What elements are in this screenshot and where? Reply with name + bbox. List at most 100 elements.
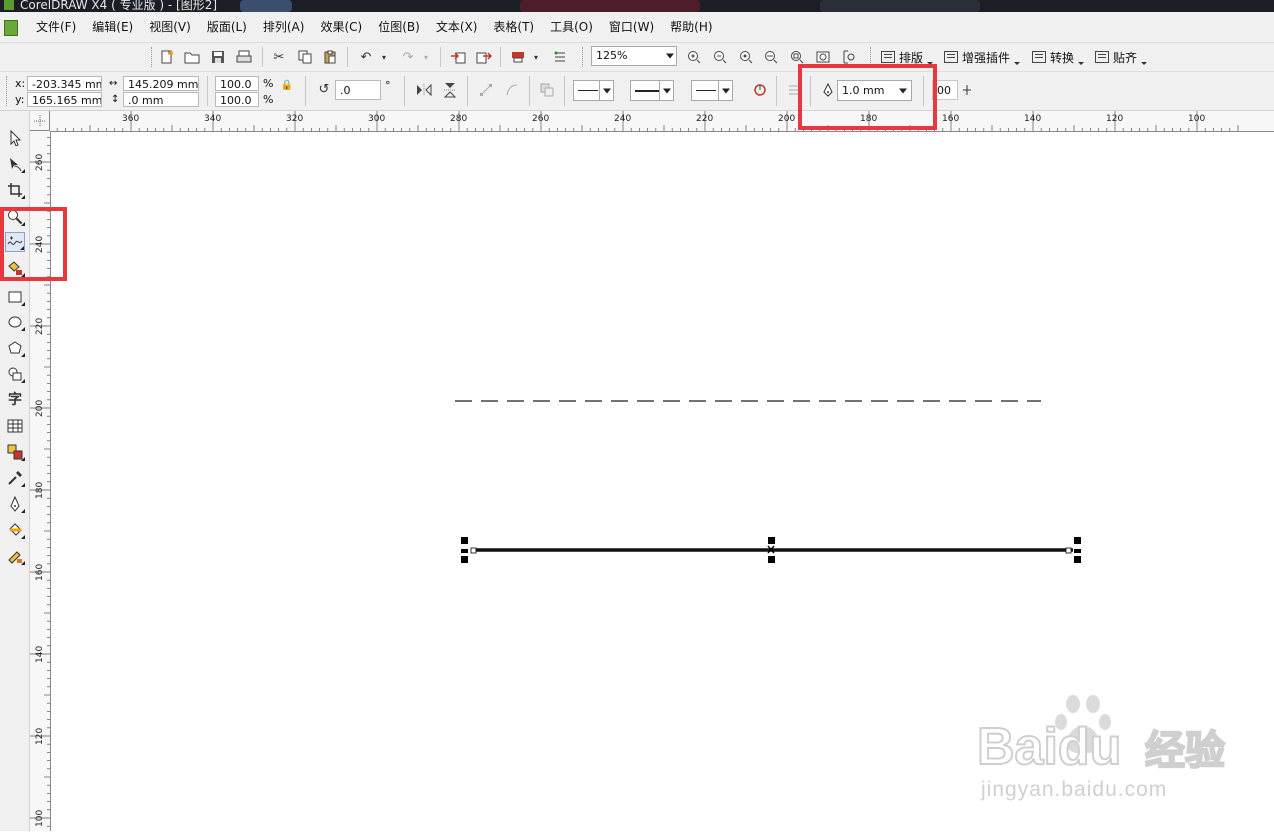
menu-item-4[interactable]: 排列(A) (255, 12, 313, 42)
chevron-down-icon (663, 88, 671, 93)
toolbar-grip[interactable] (582, 47, 586, 67)
undo-dropdown-icon[interactable]: ▾ (378, 47, 390, 67)
wrap-text-icon[interactable] (750, 80, 770, 100)
menu-item-1[interactable]: 编辑(E) (84, 12, 141, 42)
separator (776, 76, 777, 106)
menu-item-8[interactable]: 表格(T) (485, 12, 542, 42)
crop-tool-icon[interactable] (5, 180, 25, 200)
open-folder-icon[interactable] (182, 47, 202, 67)
table-tool-icon[interactable] (5, 416, 25, 436)
zoom-to-selected-icon[interactable] (736, 47, 756, 67)
document-icon[interactable] (4, 20, 18, 36)
interactive-fill-tool-icon[interactable] (5, 546, 25, 566)
mirror-vertical-icon[interactable] (440, 80, 460, 100)
vertical-ruler[interactable]: 260 240 220 200 180 160 140 120 100 (30, 131, 51, 831)
degree-symbol: ° (385, 79, 391, 92)
redo-icon[interactable]: ↷ (398, 47, 418, 67)
polygon-tool-icon[interactable] (5, 338, 25, 358)
eyedropper-tool-icon[interactable] (5, 468, 25, 488)
menu-item-0[interactable]: 文件(F) (28, 12, 84, 42)
toolbar-grip[interactable] (6, 76, 10, 106)
zoom-level-select[interactable]: 125% (591, 46, 677, 66)
mirror-horizontal-icon[interactable] (414, 80, 434, 100)
convert-button[interactable]: 转换 (1032, 46, 1085, 68)
freehand-tool-icon[interactable] (5, 232, 25, 252)
paste-icon[interactable] (320, 47, 340, 67)
selection-handle[interactable] (461, 556, 468, 563)
rotation-angle-input[interactable]: .0 (335, 80, 381, 100)
selection-handle[interactable] (461, 549, 468, 553)
snap-button[interactable]: 贴齐 (1095, 46, 1148, 68)
interactive-blend-tool-icon[interactable] (5, 442, 25, 462)
outline-width-value: 1.0 mm (842, 84, 885, 97)
smart-fill-tool-icon[interactable] (5, 258, 25, 278)
application-launcher-dropdown-icon[interactable]: ▾ (530, 47, 542, 67)
selection-handle[interactable] (1074, 537, 1081, 544)
menu-item-9[interactable]: 工具(O) (542, 12, 601, 42)
application-launcher-icon[interactable] (508, 47, 528, 67)
rectangle-tool-icon[interactable] (5, 287, 25, 307)
outline-style-select[interactable] (630, 80, 674, 101)
selection-handle[interactable] (768, 556, 775, 563)
end-node[interactable] (1065, 547, 1072, 554)
toolbar-grip[interactable] (870, 47, 874, 67)
zoom-in-icon[interactable] (684, 47, 704, 67)
text-tool-icon[interactable]: 字 (5, 389, 25, 409)
shape-tool-icon[interactable] (5, 154, 25, 174)
object-height-input[interactable]: .0 mm (123, 92, 199, 107)
toolbar-grip[interactable] (151, 47, 155, 67)
menu-item-6[interactable]: 位图(B) (370, 12, 428, 42)
import-icon[interactable] (448, 47, 468, 67)
zoom-to-page-icon[interactable] (787, 47, 807, 67)
scale-height-input[interactable]: 100.0 (215, 92, 259, 107)
new-document-icon[interactable] (157, 47, 177, 67)
zoom-to-all-objects-icon[interactable] (761, 47, 781, 67)
outline-width-select[interactable]: 1.0 mm (837, 80, 912, 101)
outline-tool-icon[interactable] (5, 494, 25, 514)
export-icon[interactable] (474, 47, 494, 67)
convert-to-curves-icon[interactable] (476, 80, 496, 100)
start-node[interactable] (470, 547, 477, 554)
copy-icon[interactable] (295, 47, 315, 67)
ruler-origin[interactable] (30, 111, 50, 131)
undo-icon[interactable]: ↶ (356, 47, 376, 67)
horizontal-ruler[interactable]: 360 340 320 300 280 260 240 220 200 180 160 140 120 1… (50, 111, 1274, 132)
cut-icon[interactable]: ✂ (269, 47, 289, 67)
menu-item-3[interactable]: 版面(L) (199, 12, 255, 42)
pick-tool-icon[interactable] (5, 128, 25, 148)
welcome-screen-icon[interactable] (550, 47, 570, 67)
zoom-out-icon[interactable] (710, 47, 730, 67)
miter-limit-input[interactable]: 00 (932, 80, 958, 100)
zoom-tool-icon[interactable] (5, 207, 25, 227)
menu-item-7[interactable]: 文本(X) (428, 12, 486, 42)
x-position-input[interactable]: -203.345 mm (27, 76, 102, 91)
menu-item-10[interactable]: 窗口(W) (601, 12, 662, 42)
typeset-button[interactable]: 排版 (881, 46, 934, 68)
selection-handle[interactable] (1074, 549, 1081, 553)
ellipse-tool-icon[interactable] (5, 312, 25, 332)
object-width-input[interactable]: 145.209 mm (123, 76, 199, 91)
menu-item-11[interactable]: 帮助(H) (662, 12, 720, 42)
lock-ratio-icon[interactable]: 🔒 (279, 78, 295, 92)
auto-close-curve-icon[interactable] (784, 80, 804, 100)
y-position-input[interactable]: 165.165 mm (27, 92, 102, 107)
reverse-direction-icon[interactable] (537, 80, 557, 100)
save-icon[interactable] (208, 47, 228, 67)
menu-item-2[interactable]: 视图(V) (141, 12, 199, 42)
basic-shapes-tool-icon[interactable] (5, 364, 25, 384)
enhance-plugin-button[interactable]: 增强插件 (944, 46, 1021, 68)
convert-to-line-icon[interactable] (502, 80, 522, 100)
selection-handle[interactable] (461, 537, 468, 544)
fill-tool-icon[interactable] (5, 520, 25, 540)
selection-handle[interactable] (768, 537, 775, 544)
menu-item-5[interactable]: 效果(C) (312, 12, 370, 42)
spin-arrows-icon[interactable] (958, 80, 976, 100)
end-arrowhead-select[interactable] (691, 80, 733, 101)
start-arrowhead-select[interactable] (573, 80, 614, 101)
scale-width-input[interactable]: 100.0 (215, 76, 259, 91)
print-icon[interactable] (234, 47, 254, 67)
zoom-to-page-width-icon[interactable] (813, 47, 833, 67)
redo-dropdown-icon[interactable]: ▾ (420, 47, 432, 67)
selection-handle[interactable] (1074, 556, 1081, 563)
zoom-to-page-height-icon[interactable] (839, 47, 859, 67)
